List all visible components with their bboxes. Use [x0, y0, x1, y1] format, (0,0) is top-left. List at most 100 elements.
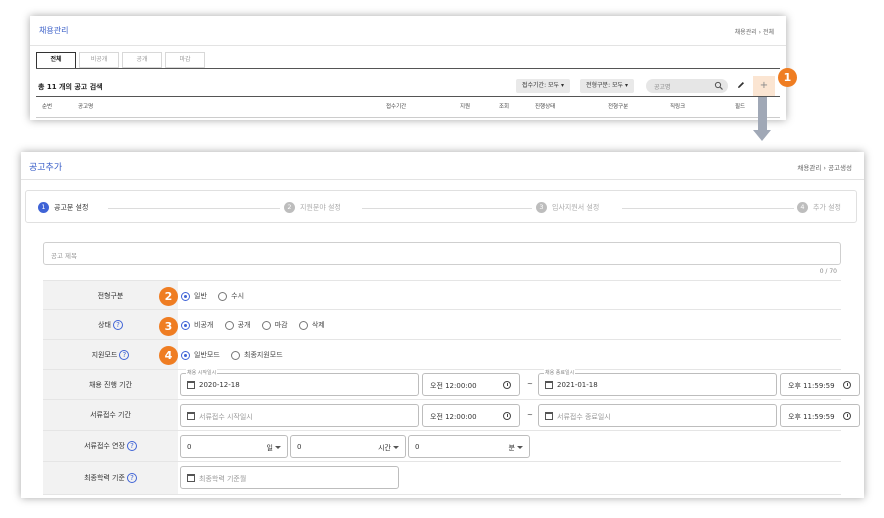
arrow-head: [753, 130, 771, 141]
apply-mode-radio-group: 일반모드 최종지원모드: [181, 350, 292, 360]
radio-public[interactable]: 공개: [224, 320, 250, 330]
status-label: 상태: [98, 321, 111, 329]
hiring-start-float-label: 채용 시작일시: [186, 369, 218, 376]
radio-deleted[interactable]: 삭제: [298, 320, 325, 330]
step-label: 지원문야 설정: [300, 203, 341, 212]
period-filter-label: 접수기간: 모두: [522, 82, 560, 89]
radio-dot: [181, 320, 190, 330]
search-box[interactable]: 공고명: [646, 79, 728, 93]
radio-rolling[interactable]: 수시: [218, 291, 244, 301]
help-icon[interactable]: ?: [126, 441, 137, 451]
step-3[interactable]: 3 입사지원서 설정: [536, 202, 599, 214]
hiring-start-time-value: 오전 12:00:00: [430, 382, 477, 390]
radio-label: 일반모드: [194, 351, 220, 359]
column-header-type: 전형구분: [608, 104, 629, 110]
extension-minutes-select[interactable]: 0 분: [408, 435, 530, 458]
status-radio-group: 비공개 공개 마감 삭제: [181, 320, 334, 330]
step-connector: [622, 208, 794, 209]
tab-public[interactable]: 공개: [122, 52, 162, 68]
type-filter-label: 전형구분: 모두: [586, 82, 624, 89]
step-indicator: 1 공고문 설정 2 지원문야 설정 3 입사지원서 설정 4 추가 설정: [25, 190, 857, 223]
status-label-cell: 상태?: [43, 310, 178, 339]
step-number: 3: [536, 202, 547, 213]
radio-label: 수시: [231, 292, 245, 300]
document-end-date-field[interactable]: 서류접수 종료일시: [538, 404, 777, 427]
document-period-label-cell: 서류접수 기간: [43, 400, 178, 430]
step-1[interactable]: 1 공고문 설정: [38, 202, 88, 214]
type-filter-dropdown[interactable]: 전형구분: 모두 ▾: [580, 79, 634, 93]
radio-general[interactable]: 일반: [181, 291, 207, 301]
hiring-end-float-label: 채용 종료일시: [544, 369, 576, 376]
range-separator: ~: [527, 380, 533, 388]
table-row-divider: [36, 117, 780, 118]
breadcrumb: 채용관리 › 공고생성: [797, 164, 852, 172]
radio-dot: [231, 350, 240, 360]
pencil-icon[interactable]: [736, 80, 746, 90]
calendar-icon: [187, 412, 195, 420]
document-start-time-field[interactable]: 오전 12:00:00: [422, 404, 520, 427]
extension-days-select[interactable]: 0 일: [180, 435, 288, 458]
radio-label: 최종지원모드: [244, 351, 283, 359]
step-label: 공고문 설정: [54, 203, 89, 212]
table-header-divider: [36, 96, 780, 97]
clock-icon: [503, 412, 511, 420]
apply-mode-label: 지원모드: [91, 351, 118, 359]
help-icon[interactable]: ?: [119, 350, 130, 360]
add-job-posting-button[interactable]: +: [753, 76, 775, 96]
step-connector: [108, 208, 280, 209]
tab-all[interactable]: 전체: [36, 52, 76, 69]
education-date-label-cell: 최종학력 기준?: [43, 462, 178, 494]
document-period-row: 서류접수 기간 서류접수 시작일시 오전 12:00:00 ~ 서류접수 종료일…: [43, 400, 860, 431]
column-header-period: 접수기간: [386, 104, 407, 110]
document-extension-label: 서류접수 연장: [84, 442, 125, 450]
radio-general-mode[interactable]: 일반모드: [181, 350, 220, 360]
extension-hours-select[interactable]: 0 시간: [290, 435, 406, 458]
education-date-field[interactable]: 최종학력 기준월: [180, 466, 399, 489]
add-posting-header: 공고추가 채용관리 › 공고생성: [21, 152, 864, 180]
step-connector: [362, 208, 532, 209]
search-icon[interactable]: [714, 81, 724, 91]
tab-private[interactable]: 비공개: [79, 52, 119, 68]
hiring-start-date-value: 2020-12-18: [199, 381, 240, 389]
document-end-time-field[interactable]: 오후 11:59:59: [780, 404, 860, 427]
help-icon[interactable]: ?: [126, 473, 137, 483]
hiring-start-time-field[interactable]: 오전 12:00:00: [422, 373, 520, 396]
page-title: 채용관리: [39, 26, 69, 35]
hiring-start-date-field[interactable]: 채용 시작일시 2020-12-18: [180, 369, 419, 396]
education-date-label: 최종학력 기준: [84, 474, 125, 482]
step-2[interactable]: 2 지원문야 설정: [284, 202, 341, 214]
step-number: 1: [38, 202, 49, 213]
extension-minutes-unit: 분: [508, 444, 515, 452]
document-start-placeholder: 서류접수 시작일시: [199, 413, 253, 421]
radio-private[interactable]: 비공개: [181, 320, 213, 330]
radio-closed[interactable]: 마감: [261, 320, 288, 330]
page-title: 공고추가: [29, 163, 63, 173]
hiring-period-label-cell: 채용 진행 기간: [43, 370, 178, 399]
callout-1: 1: [778, 68, 797, 87]
radio-label: 마감: [274, 321, 288, 329]
document-end-time-value: 오후 11:59:59: [788, 413, 835, 421]
tab-closed[interactable]: 마감: [165, 52, 205, 68]
clock-icon: [843, 381, 851, 389]
apply-mode-label-cell: 지원모드?: [43, 340, 178, 369]
posting-title-input[interactable]: 공고 제목: [43, 242, 841, 265]
education-date-row: 최종학력 기준? 최종학력 기준월: [43, 462, 841, 495]
help-icon[interactable]: ?: [112, 320, 123, 330]
extension-days-unit: 일: [266, 444, 273, 452]
selection-type-label-cell: 전형구분: [43, 281, 178, 309]
add-posting-panel: 공고추가 채용관리 › 공고생성 1 공고문 설정 2 지원문야 설정 3 입사지원서…: [21, 152, 864, 498]
document-start-date-field[interactable]: 서류접수 시작일시: [180, 404, 419, 427]
step-4[interactable]: 4 추가 설정: [797, 202, 841, 214]
step-number: 2: [284, 202, 295, 213]
hiring-end-time-field[interactable]: 오후 11:59:59: [780, 373, 860, 396]
calendar-icon: [187, 474, 195, 482]
hiring-end-date-field[interactable]: 채용 종료일시 2021-01-18: [538, 369, 777, 396]
column-header-applied: 지원: [460, 104, 471, 110]
search-input[interactable]: 공고명: [654, 82, 671, 91]
range-separator: ~: [527, 411, 533, 419]
period-filter-dropdown[interactable]: 접수기간: 모두 ▾: [516, 79, 570, 93]
radio-final-apply-mode[interactable]: 최종지원모드: [231, 350, 283, 360]
radio-dot: [224, 320, 234, 330]
step-label: 입사지원서 설정: [552, 203, 600, 212]
hiring-end-date-value: 2021-01-18: [557, 381, 598, 389]
